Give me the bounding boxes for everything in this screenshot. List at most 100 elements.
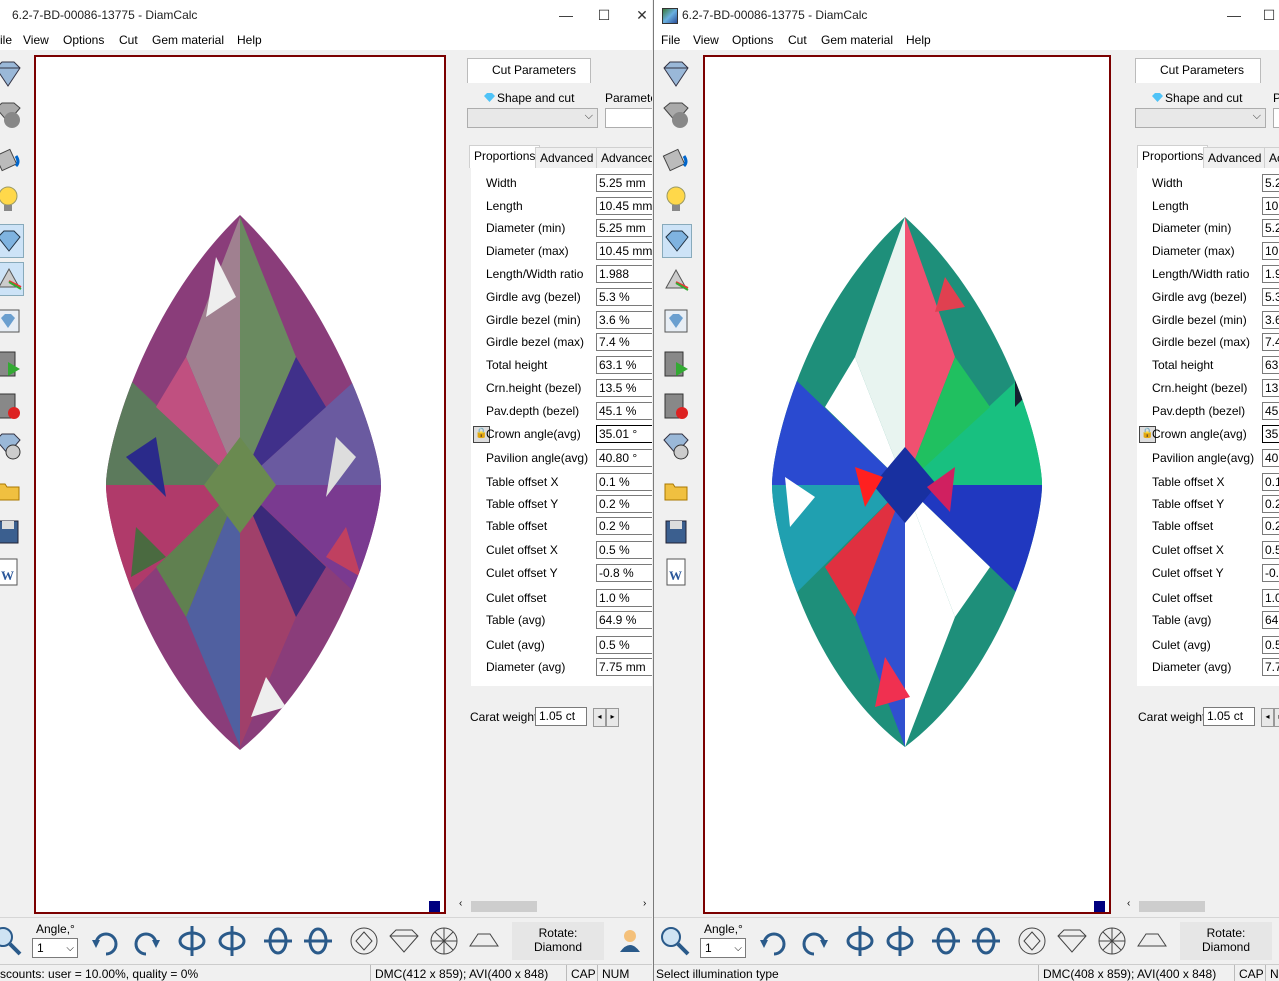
subtab-advanced[interactable]: Advanced: [535, 147, 599, 168]
rotate-box[interactable]: Rotate: Diamond: [512, 922, 604, 960]
rotate-cw-icon[interactable]: [90, 924, 122, 958]
diamond-view-icon[interactable]: [662, 58, 690, 90]
gem-viewport[interactable]: [703, 55, 1111, 914]
flip-h2-icon[interactable]: [970, 924, 1002, 958]
prop-value[interactable]: 0.5: [1262, 636, 1279, 654]
rotate-cw-icon[interactable]: [758, 924, 790, 958]
flip-v2-icon[interactable]: [216, 924, 248, 958]
profile-view-icon[interactable]: [468, 924, 500, 958]
bottom-view-icon[interactable]: [1096, 924, 1128, 958]
prop-value[interactable]: 0.2: [1262, 495, 1279, 513]
diamond-wheel-icon[interactable]: [662, 430, 690, 462]
paint-bucket-icon[interactable]: [662, 142, 690, 174]
word-export-icon[interactable]: W: [0, 556, 22, 588]
open-folder-icon[interactable]: [662, 474, 690, 506]
prop-value[interactable]: 63: [1262, 356, 1279, 374]
menu-options[interactable]: Options: [63, 33, 104, 47]
side-view-icon[interactable]: [388, 924, 420, 958]
prop-value[interactable]: 10: [1262, 197, 1279, 215]
menu-gem-material[interactable]: Gem material: [152, 33, 224, 47]
prop-value[interactable]: 5.2: [1262, 219, 1279, 237]
menu-cut[interactable]: Cut: [788, 33, 807, 47]
prop-value[interactable]: 0.2: [1262, 517, 1279, 535]
flip-h1-icon[interactable]: [930, 924, 962, 958]
diamond-image-icon[interactable]: [0, 306, 22, 338]
prop-value[interactable]: 0.5 %: [596, 636, 652, 654]
prop-value[interactable]: 7.7: [1262, 658, 1279, 676]
save-disk-icon[interactable]: [662, 516, 690, 548]
film-play-icon[interactable]: [0, 348, 22, 380]
angle-select[interactable]: 1 ⌵: [32, 938, 78, 958]
diamond-selected-icon[interactable]: [0, 224, 24, 258]
prop-value[interactable]: 0.5 %: [596, 541, 652, 559]
scroll-thumb[interactable]: [1139, 901, 1205, 912]
menu-view[interactable]: View: [23, 33, 49, 47]
scroll-thumb[interactable]: [471, 901, 537, 912]
prop-value[interactable]: 35.01 °: [596, 425, 652, 443]
film-record-icon[interactable]: [662, 390, 690, 422]
menu-options[interactable]: Options: [732, 33, 773, 47]
panel-scrollbar[interactable]: ‹: [1123, 898, 1279, 915]
rotate-ccw-icon[interactable]: [130, 924, 162, 958]
open-folder-icon[interactable]: [0, 474, 22, 506]
spin-right-icon[interactable]: ▸: [1274, 708, 1279, 727]
prop-value[interactable]: 40: [1262, 449, 1279, 467]
prop-value[interactable]: 64.9 %: [596, 611, 652, 629]
scroll-left-icon[interactable]: ‹: [459, 898, 462, 909]
panel-scrollbar[interactable]: ‹ ›: [455, 898, 652, 915]
tab-cut-parameters[interactable]: Cut Parameters: [1135, 58, 1261, 83]
prop-value[interactable]: 63.1 %: [596, 356, 652, 374]
prop-value[interactable]: 13: [1262, 379, 1279, 397]
spin-left-icon[interactable]: ◂: [593, 708, 606, 727]
menu-view[interactable]: View: [693, 33, 719, 47]
rainbow-prism-icon[interactable]: [662, 264, 690, 296]
prop-value[interactable]: -0.: [1262, 564, 1279, 582]
prop-value[interactable]: 7.4 %: [596, 333, 652, 351]
bottom-view-icon[interactable]: [428, 924, 460, 958]
prop-value[interactable]: 1.9: [1262, 265, 1279, 283]
scroll-right-icon[interactable]: ›: [643, 898, 646, 909]
side-view-icon[interactable]: [1056, 924, 1088, 958]
flip-h1-icon[interactable]: [262, 924, 294, 958]
prop-value[interactable]: 45.1 %: [596, 402, 652, 420]
minimize-button[interactable]: —: [551, 4, 581, 26]
paint-bucket-icon[interactable]: [0, 142, 22, 174]
menu-file[interactable]: File: [661, 33, 680, 47]
angle-select[interactable]: 1 ⌵: [700, 938, 746, 958]
menu-help[interactable]: Help: [237, 33, 262, 47]
prop-value[interactable]: 5.25 mm: [596, 174, 652, 192]
film-record-icon[interactable]: [0, 390, 22, 422]
save-disk-icon[interactable]: [0, 516, 22, 548]
rotate-ccw-icon[interactable]: [798, 924, 830, 958]
prop-value[interactable]: 5.3: [1262, 288, 1279, 306]
subtab-proportions[interactable]: Proportions: [1137, 145, 1209, 168]
prop-value[interactable]: 10: [1262, 242, 1279, 260]
carat-weight-field[interactable]: 1.05 ct: [1203, 707, 1255, 726]
prop-value[interactable]: 13.5 %: [596, 379, 652, 397]
flip-v1-icon[interactable]: [176, 924, 208, 958]
menu-cut[interactable]: Cut: [119, 33, 138, 47]
maximize-button[interactable]: ☐: [589, 4, 619, 26]
diamond-selected-icon[interactable]: [662, 224, 692, 258]
close-button[interactable]: ✕: [627, 4, 652, 26]
parameters-select[interactable]: [1273, 108, 1279, 128]
diamond-image-icon[interactable]: [662, 306, 690, 338]
diamond-view-icon[interactable]: [0, 58, 22, 90]
spin-right-icon[interactable]: ▸: [606, 708, 619, 727]
subtab-advanced-2[interactable]: Ac: [1264, 147, 1279, 168]
prop-value[interactable]: 1.0 %: [596, 589, 652, 607]
carat-weight-field[interactable]: 1.05 ct: [535, 707, 587, 726]
prop-value[interactable]: -0.8 %: [596, 564, 652, 582]
magnify-icon[interactable]: [0, 924, 22, 958]
magnify-icon[interactable]: [658, 924, 690, 958]
shape-select[interactable]: ⌵: [467, 108, 598, 128]
subtab-advanced-2[interactable]: Advanced: [596, 147, 652, 168]
profile-view-icon[interactable]: [1136, 924, 1168, 958]
prop-value[interactable]: 0.2 %: [596, 517, 652, 535]
sphere-icon[interactable]: [0, 100, 22, 132]
prop-value[interactable]: 10.45 mm: [596, 197, 652, 215]
minimize-button[interactable]: —: [1219, 4, 1249, 26]
prop-value[interactable]: 0.5: [1262, 541, 1279, 559]
prop-value[interactable]: 7.4: [1262, 333, 1279, 351]
top-view-icon[interactable]: [348, 924, 380, 958]
